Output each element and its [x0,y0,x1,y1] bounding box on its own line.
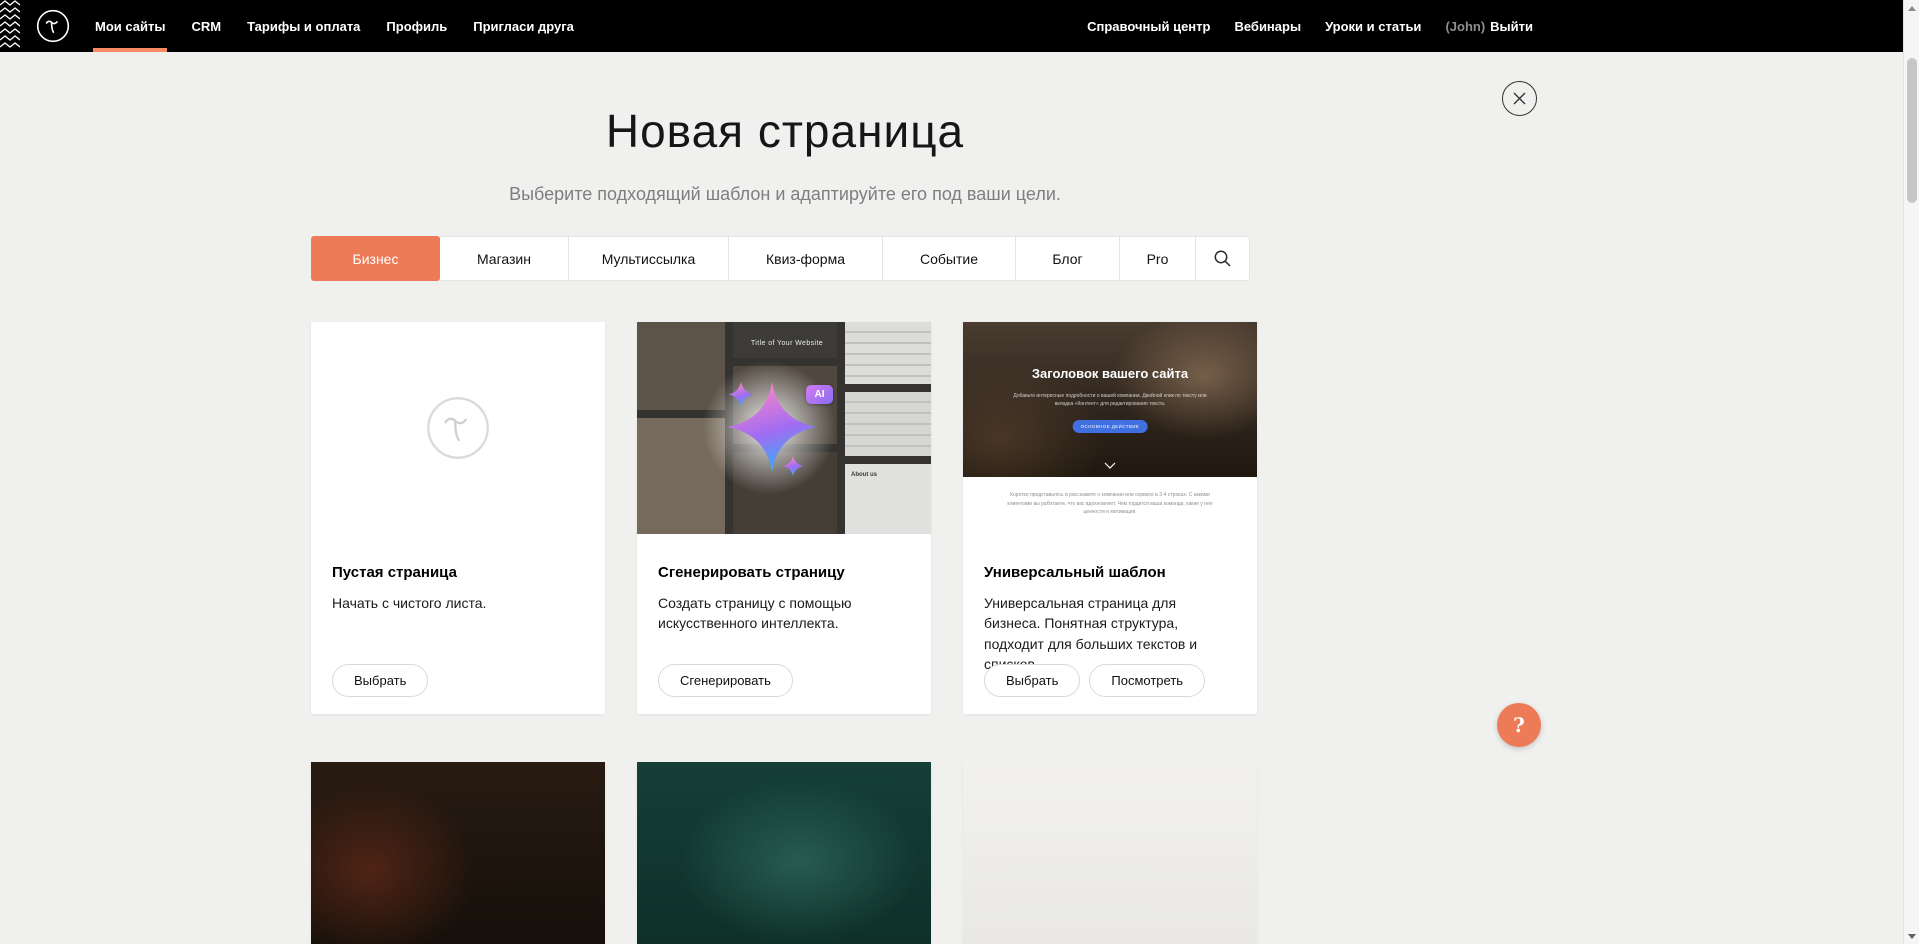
nav-item-profile[interactable]: Профиль [386,0,447,52]
logout-link[interactable]: Выйти [1490,19,1533,34]
template-card-blank: Пустая страница Начать с чистого листа. … [311,322,605,714]
tab-quiz-form[interactable]: Квиз-форма [728,236,883,281]
nav-item-lessons[interactable]: Уроки и статьи [1325,0,1421,52]
ai-badge: AI [806,385,833,404]
card-title: Универсальный шаблон [984,564,1236,581]
preview-hero: Заголовок вашего сайта Добавьте интересн… [963,322,1257,477]
preview-cta-button: Основное действие [1073,420,1148,433]
template-grid-row2 [311,762,1257,944]
card-description: Начать с чистого листа. [332,593,584,613]
card-title: Пустая страница [332,564,584,581]
tab-shop[interactable]: Магазин [439,236,569,281]
tab-blog[interactable]: Блог [1015,236,1120,281]
tab-business[interactable]: Бизнес [311,236,440,281]
close-icon [1513,92,1526,105]
ai-preview: Title of Your Website About us [637,322,931,534]
template-preview-image [311,762,605,944]
template-card-partial-1[interactable] [311,762,605,944]
tilda-watermark-icon [425,395,491,461]
tilda-logo[interactable] [36,9,70,43]
scrollbar-down-arrow[interactable] [1904,928,1919,944]
zigzag-pattern-icon [0,0,20,52]
nav-item-help-center[interactable]: Справочный центр [1087,0,1210,52]
card-actions: Сгенерировать [658,664,793,697]
nav-item-invite-friend[interactable]: Пригласи друга [473,0,574,52]
template-card-ai: Title of Your Website About us [637,322,931,714]
top-navbar: Мои сайты CRM Тарифы и оплата Профиль Пр… [0,0,1919,52]
template-card-universal: Заголовок вашего сайта Добавьте интересн… [963,322,1257,714]
user-menu: (John) Выйти [1445,19,1533,34]
tab-multilink[interactable]: Мультиссылка [568,236,729,281]
preview-subtext: Добавьте интересные подробности о вашей … [1012,392,1208,408]
page-subtitle: Выберите подходящий шаблон и адаптируйте… [311,184,1259,205]
main-nav: Мои сайты CRM Тарифы и оплата Профиль Пр… [95,0,574,52]
nav-item-crm[interactable]: CRM [191,0,221,52]
nav-item-webinars[interactable]: Вебинары [1234,0,1301,52]
tab-event[interactable]: Событие [882,236,1016,281]
scrollbar-thumb[interactable] [1907,58,1917,203]
scrollbar-up-arrow[interactable] [1904,0,1919,16]
select-blank-button[interactable]: Выбрать [332,664,428,697]
blank-preview [311,322,605,534]
template-category-tabs: Бизнес Магазин Мультиссылка Квиз-форма С… [311,236,1257,281]
card-description: Универсальная страница для бизнеса. Поня… [984,593,1236,674]
card-actions: Выбрать [332,664,428,697]
template-card-partial-3[interactable] [963,762,1257,944]
tab-search[interactable] [1195,236,1250,281]
preview-universal-button[interactable]: Посмотреть [1089,664,1205,697]
generate-button[interactable]: Сгенерировать [658,664,793,697]
search-icon [1213,249,1232,268]
user-name: (John) [1445,19,1485,34]
card-body: Универсальный шаблон Универсальная стран… [963,534,1257,674]
tab-pro[interactable]: Pro [1119,236,1196,281]
scrollbar[interactable] [1903,0,1919,944]
template-grid: Пустая страница Начать с чистого листа. … [311,322,1257,714]
new-page-modal: Новая страница Выберите подходящий шабло… [0,52,1919,944]
universal-preview: Заголовок вашего сайта Добавьте интересн… [963,322,1257,534]
page-title: Новая страница [311,104,1259,158]
card-title: Сгенерировать страницу [658,564,910,581]
nav-item-my-sites[interactable]: Мои сайты [95,0,165,52]
card-actions: Выбрать Посмотреть [984,664,1205,697]
close-button[interactable] [1502,81,1537,116]
preview-body-text: Коротко представьтесь и расскажите о ком… [963,477,1257,534]
preview-heading: Заголовок вашего сайта [963,366,1257,381]
card-body: Пустая страница Начать с чистого листа. [311,534,605,613]
template-card-partial-2[interactable] [637,762,931,944]
ai-sparkle-icon [705,360,839,494]
select-universal-button[interactable]: Выбрать [984,664,1080,697]
card-description: Создать страницу с помощью искусственног… [658,593,910,634]
help-button[interactable]: ? [1497,703,1541,747]
secondary-nav: Справочный центр Вебинары Уроки и статьи… [1087,0,1533,52]
screen: Мои сайты CRM Тарифы и оплата Профиль Пр… [0,0,1919,944]
nav-item-pricing[interactable]: Тарифы и оплата [247,0,360,52]
chevron-down-icon [1104,462,1116,469]
template-preview-image [637,762,931,944]
card-body: Сгенерировать страницу Создать страницу … [637,534,931,634]
template-preview-image [963,762,1257,944]
